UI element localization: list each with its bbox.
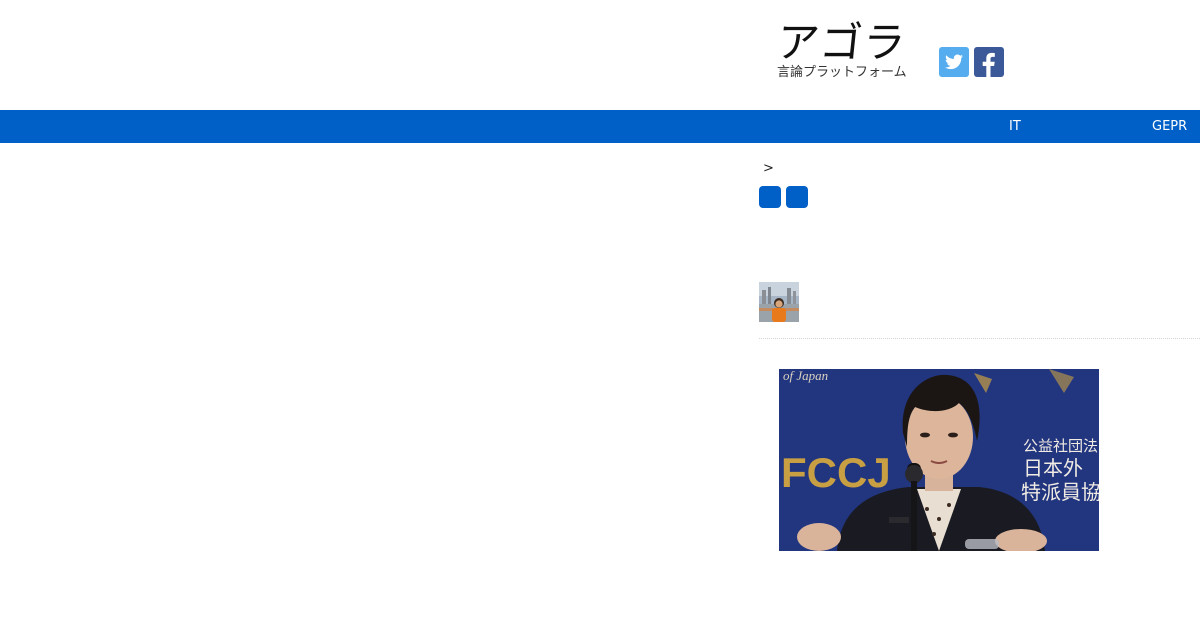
photo-sign-line-3: 特派員協 <box>1021 480 1099 504</box>
author-avatar[interactable] <box>759 282 799 322</box>
logo-subtitle: 言論プラットフォーム <box>777 65 907 80</box>
photo-corner-text: of Japan <box>783 369 828 383</box>
photo-sign-line-1: 公益社団法 <box>1023 437 1098 455</box>
divider <box>759 338 1200 339</box>
facebook-button[interactable] <box>974 47 1004 77</box>
nav-item-it[interactable]: IT <box>1009 110 1021 143</box>
page: アゴラ 言論プラットフォーム IT GEPR > of Japan FCCJ 公… <box>0 0 1200 630</box>
photo-banner-text: FCCJ <box>781 449 891 496</box>
main-nav: IT GEPR <box>0 110 1200 143</box>
share-button[interactable] <box>759 186 781 208</box>
photo-sign-line-2: 日本外 <box>1023 456 1083 480</box>
twitter-button[interactable] <box>939 47 969 77</box>
author-photo <box>759 282 799 322</box>
site-logo[interactable]: アゴラ 言論プラットフォーム <box>774 18 917 84</box>
article-image[interactable]: of Japan FCCJ 公益社団法 日本外 特派員協 <box>779 369 1099 551</box>
nav-item-gepr[interactable]: GEPR <box>1152 110 1187 143</box>
twitter-icon <box>945 54 963 70</box>
logo-title: アゴラ <box>774 18 909 67</box>
facebook-icon <box>982 52 995 77</box>
press-conference-photo: of Japan FCCJ 公益社団法 日本外 特派員協 <box>779 369 1099 551</box>
share-button-secondary[interactable] <box>786 186 808 208</box>
breadcrumb-separator: > <box>763 161 774 176</box>
